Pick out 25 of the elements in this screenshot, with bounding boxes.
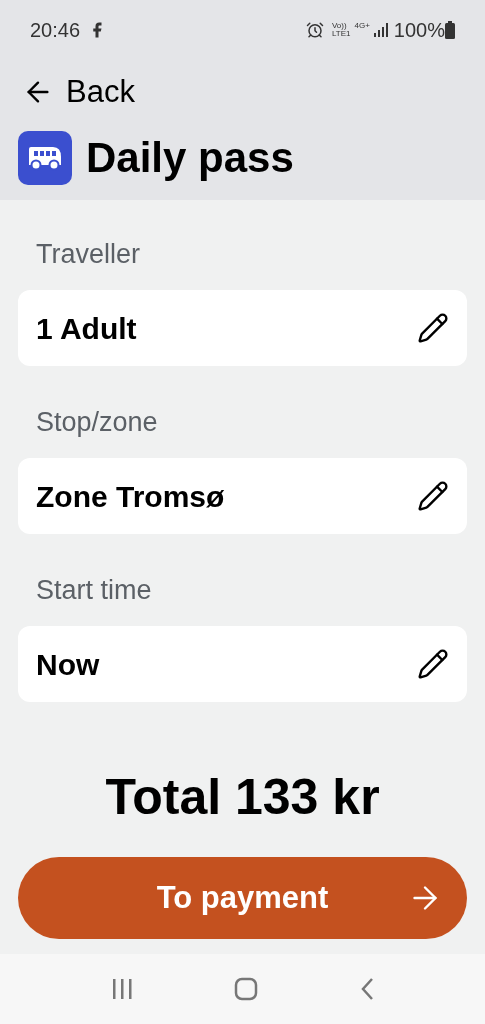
field-label: Traveller bbox=[36, 238, 142, 270]
page-title: Daily pass bbox=[86, 133, 294, 183]
recent-apps-icon[interactable] bbox=[110, 978, 133, 1000]
bus-icon bbox=[18, 130, 72, 185]
pencil-icon bbox=[417, 480, 449, 512]
pencil-icon bbox=[417, 648, 449, 680]
field-label: Stop/zone bbox=[36, 406, 159, 438]
payment-button[interactable]: To payment bbox=[18, 857, 467, 939]
alarm-icon bbox=[305, 21, 324, 39]
total-price: Total 133 kr bbox=[105, 768, 380, 827]
signal-icon bbox=[373, 23, 390, 37]
field-label: Start time bbox=[36, 574, 153, 606]
network-label: 4G+ bbox=[354, 20, 370, 32]
pencil-icon bbox=[417, 312, 449, 344]
back-button[interactable]: Back bbox=[22, 72, 135, 112]
home-icon[interactable] bbox=[234, 977, 259, 1001]
network-label: LTE1 bbox=[331, 30, 351, 38]
field-row[interactable]: Now bbox=[18, 626, 467, 702]
network-label: Vo)) bbox=[331, 22, 347, 30]
battery-icon bbox=[445, 21, 455, 39]
field-row[interactable]: 1 Adult bbox=[18, 290, 467, 366]
back-nav-icon[interactable] bbox=[360, 977, 375, 1001]
battery-level: 100% bbox=[393, 18, 445, 43]
status-time: 20:46 bbox=[30, 18, 81, 43]
field-row[interactable]: Zone Tromsø bbox=[18, 458, 467, 534]
